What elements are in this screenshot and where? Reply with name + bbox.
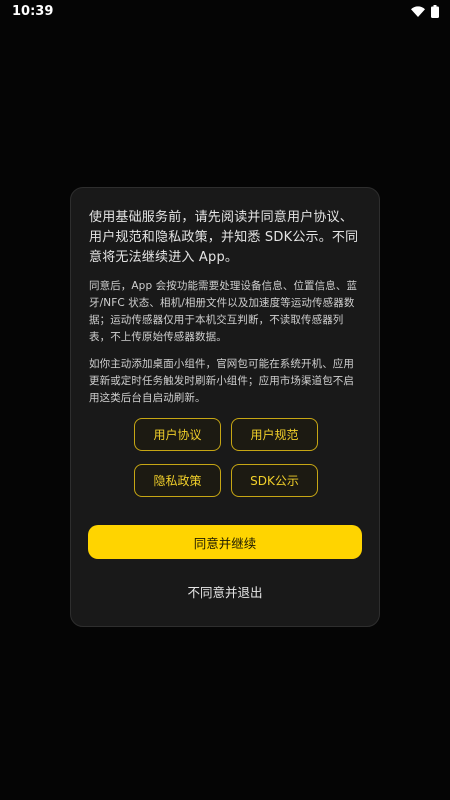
agree-continue-button[interactable]: 同意并继续 bbox=[88, 525, 362, 559]
consent-dialog: 使用基础服务前，请先阅读并同意用户协议、用户规范和隐私政策，并知悉 SDK公示。… bbox=[70, 187, 380, 627]
status-time: 10:39 bbox=[12, 3, 54, 19]
consent-data-processing-text: 同意后，App 会按功能需要处理设备信息、位置信息、蓝牙/NFC 状态、相机/相… bbox=[89, 280, 358, 343]
privacy-policy-button[interactable]: 隐私政策 bbox=[134, 464, 221, 497]
battery-icon bbox=[431, 4, 439, 18]
user-norms-button[interactable]: 用户规范 bbox=[231, 418, 318, 451]
consent-widget-text: 如你主动添加桌面小组件，官网包可能在系统开机、应用更新或定时任务触发时刷新小组件… bbox=[89, 358, 354, 404]
status-icons bbox=[411, 4, 439, 18]
consent-main-text: 使用基础服务前，请先阅读并同意用户协议、用户规范和隐私政策，并知悉 SDK公示。… bbox=[89, 210, 359, 265]
disagree-exit-button[interactable]: 不同意并退出 bbox=[88, 576, 362, 606]
sdk-disclosure-button[interactable]: SDK公示 bbox=[231, 464, 318, 497]
wifi-icon bbox=[411, 5, 425, 17]
user-agreement-button[interactable]: 用户协议 bbox=[134, 418, 221, 451]
status-bar: 10:39 bbox=[0, 0, 450, 22]
policy-links: 用户协议 用户规范 隐私政策 SDK公示 bbox=[134, 418, 318, 497]
